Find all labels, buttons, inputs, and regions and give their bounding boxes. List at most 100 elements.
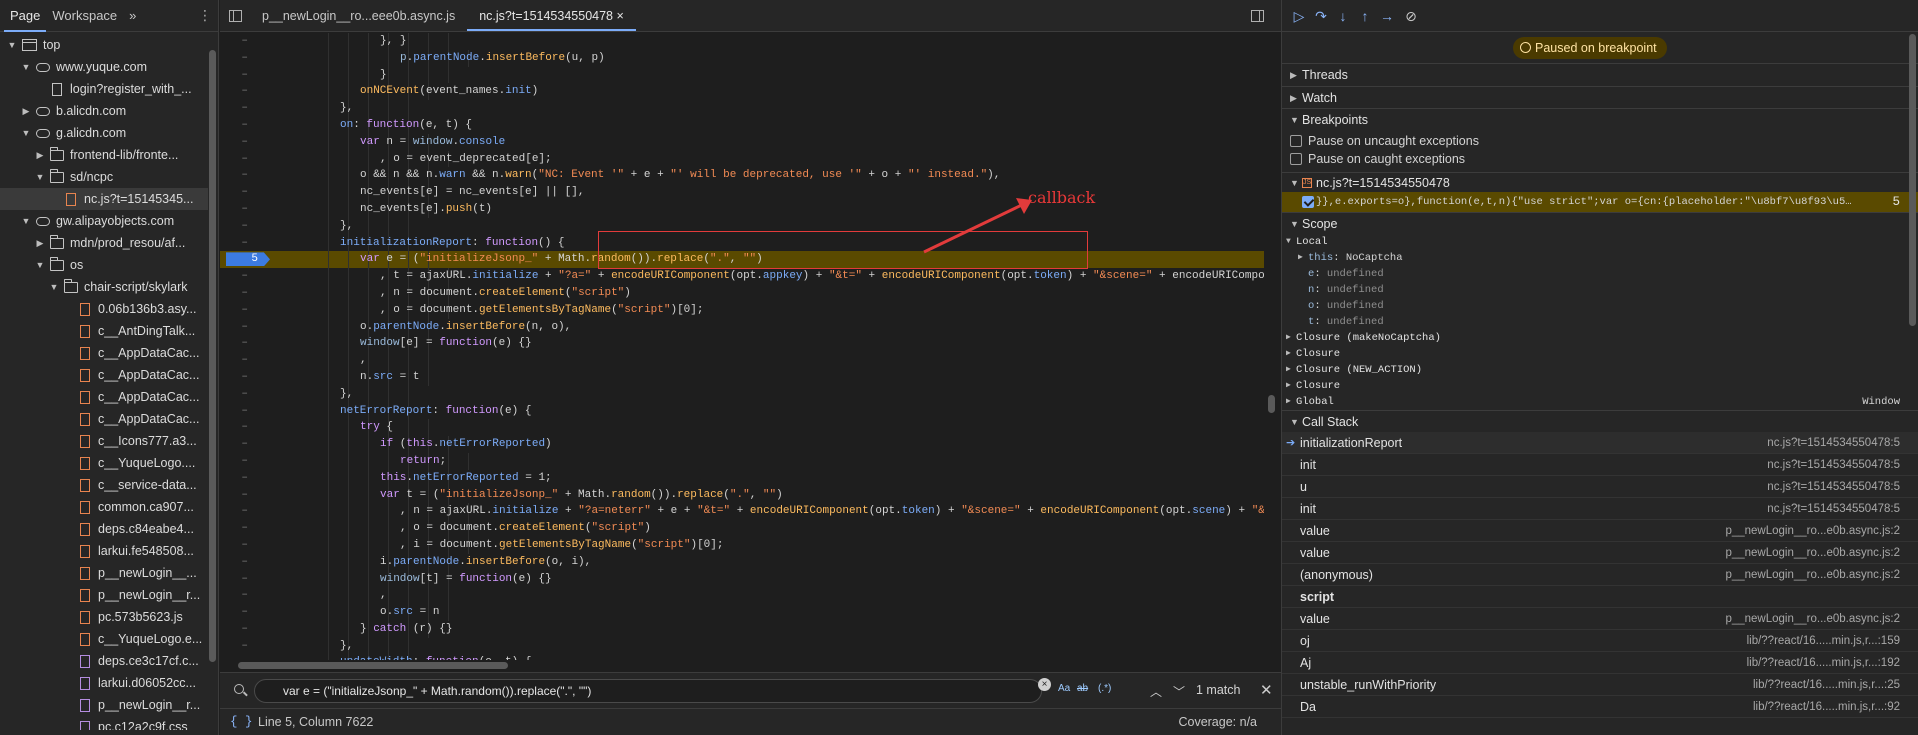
whole-word-button[interactable]: ab [1077, 683, 1088, 694]
scope-var[interactable]: n: undefined [1282, 282, 1918, 298]
code-line[interactable]: –}, [220, 385, 1264, 403]
tree-item[interactable]: deps.ce3c17cf.c... [0, 650, 208, 672]
call-frame[interactable]: Aj lib/??react/16.....min.js,r...:192 [1282, 652, 1918, 674]
code-line[interactable]: – , o = event_deprecated[e]; [220, 150, 1264, 168]
tree-item[interactable]: ▼ os [0, 254, 208, 276]
section-breakpoints[interactable]: ▼ Breakpoints [1282, 108, 1918, 130]
code-line[interactable]: – nc_events[e].push(t) [220, 200, 1264, 218]
section-scope[interactable]: ▼ Scope [1282, 212, 1918, 234]
call-frame-location[interactable]: nc.js?t=1514534550478:5 [1767, 498, 1900, 520]
tree-item[interactable]: p__newLogin__r... [0, 694, 208, 716]
expand-arrow-icon[interactable]: ▼ [20, 210, 32, 232]
line-gutter[interactable]: – [220, 587, 270, 604]
tree-item[interactable]: c__YuqueLogo.... [0, 452, 208, 474]
code-line[interactable]: –, [220, 352, 1264, 369]
line-gutter[interactable]: – [220, 117, 270, 134]
code-line[interactable]: – i.parentNode.insertBefore(o, i), [220, 553, 1264, 571]
code-line[interactable]: – nc_events[e] = nc_events[e] || [], [220, 184, 1264, 201]
call-frame[interactable]: Da lib/??react/16.....min.js,r...:92 [1282, 696, 1918, 718]
call-frame-location[interactable]: p__newLogin__ro...e0b.async.js:2 [1725, 608, 1900, 630]
code-line[interactable]: – try { [220, 419, 1264, 437]
call-frame[interactable]: value p__newLogin__ro...e0b.async.js:2 [1282, 520, 1918, 542]
breakpoint-checkbox[interactable] [1302, 196, 1314, 208]
step-out-icon[interactable]: ↑ [1356, 7, 1374, 25]
tree-item[interactable]: ▶ mdn/prod_resou/af... [0, 232, 208, 254]
line-gutter[interactable]: – [220, 83, 270, 100]
tree-item[interactable]: ▶ b.alicdn.com [0, 100, 208, 122]
horizontal-scrollbar[interactable] [220, 660, 1264, 670]
previous-match-icon[interactable]: ︿ [1150, 683, 1162, 700]
line-gutter[interactable]: – [220, 386, 270, 403]
tree-item[interactable]: common.ca907... [0, 496, 208, 518]
tree-item[interactable]: c__AppDataCac... [0, 342, 208, 364]
scope-local[interactable]: ▼ Local [1282, 234, 1918, 250]
code-line[interactable]: – if (this.netErrorReported) [220, 436, 1264, 453]
call-frame-location[interactable]: p__newLogin__ro...e0b.async.js:2 [1725, 542, 1900, 564]
editor-tab-active[interactable]: nc.js?t=1514534550478 × [467, 0, 636, 31]
code-line[interactable]: –}, [220, 100, 1264, 117]
call-frame-location[interactable]: nc.js?t=1514534550478:5 [1767, 432, 1900, 454]
pretty-print-icon[interactable]: { } [230, 709, 253, 735]
code-line[interactable]: – , o = document.createElement("script") [220, 520, 1264, 537]
line-gutter[interactable]: – [220, 487, 270, 504]
code-line[interactable]: – , i = document.getElementsByTagName("sc… [220, 536, 1264, 554]
tree-item[interactable]: deps.c84eabe4... [0, 518, 208, 540]
code-line[interactable]: – initializationReport: function() { [220, 234, 1264, 252]
line-gutter[interactable]: – [220, 638, 270, 655]
code-line[interactable]: – , t = ajaxURL.initialize + "?a=" + enco… [220, 268, 1264, 285]
tree-item[interactable]: c__AppDataCac... [0, 386, 208, 408]
line-gutter[interactable]: – [220, 151, 270, 168]
expand-arrow-icon[interactable]: ▼ [6, 34, 18, 56]
tree-item[interactable]: c__YuqueLogo.e... [0, 628, 208, 650]
breakpoint-entry[interactable]: }},e.exports=o},function(e,t,n){"use str… [1282, 192, 1918, 212]
debugger-scrollbar[interactable] [1909, 34, 1916, 326]
expand-arrow-icon[interactable]: ▶ [34, 232, 46, 254]
tree-item[interactable]: c__service-data... [0, 474, 208, 496]
step-icon[interactable]: → [1378, 7, 1396, 25]
code-line[interactable]: – netErrorReport: function(e) { [220, 402, 1264, 420]
line-gutter[interactable]: – [220, 319, 270, 336]
tree-item[interactable]: c__AntDingTalk... [0, 320, 208, 342]
line-gutter[interactable]: – [220, 470, 270, 487]
line-gutter[interactable]: – [220, 235, 270, 252]
scope-closure[interactable]: ▶ Closure [1282, 378, 1918, 394]
tree-item[interactable]: ▼ sd/ncpc [0, 166, 208, 188]
code-line[interactable]: – , o = document.getElementsByTagName("sc… [220, 301, 1264, 319]
line-gutter[interactable]: – [220, 436, 270, 453]
code-line[interactable]: – p.parentNode.insertBefore(u, p) [220, 49, 1264, 67]
line-gutter[interactable]: – [220, 571, 270, 588]
tree-item[interactable]: ▼ chair-script/skylark [0, 276, 208, 298]
code-line[interactable]: – window[t] = function(e) {} [220, 570, 1264, 588]
call-frame[interactable]: ➔ initializationReport nc.js?t=15145345504… [1282, 432, 1918, 454]
tab-workspace[interactable]: Workspace [46, 0, 123, 32]
line-gutter[interactable]: – [220, 554, 270, 571]
call-frame[interactable]: unstable_runWithPriority lib/??react/16..… [1282, 674, 1918, 696]
more-options-icon[interactable]: ⋮ [198, 7, 212, 24]
line-gutter[interactable]: – [220, 167, 270, 184]
tree-item[interactable]: ▼ www.yuque.com [0, 56, 208, 78]
code-line[interactable]: – , n = document.createElement("script") [220, 284, 1264, 302]
regex-button[interactable]: (.*) [1098, 683, 1111, 694]
line-gutter[interactable]: – [220, 503, 270, 520]
line-gutter[interactable]: – [220, 352, 270, 369]
line-gutter[interactable]: – [220, 604, 270, 621]
code-line[interactable]: – this.netErrorReported = 1; [220, 469, 1264, 487]
tree-item[interactable]: 0.06b136b3.asy... [0, 298, 208, 320]
line-gutter[interactable]: – [220, 201, 270, 218]
line-gutter[interactable]: – [220, 50, 270, 67]
section-watch[interactable]: ▶ Watch [1282, 86, 1918, 108]
tree-item[interactable]: pc.c12a2c9f.css [0, 716, 208, 730]
tree-item[interactable]: ▼ gw.alipayobjects.com [0, 210, 208, 232]
scope-closure[interactable]: ▶ Closure (makeNoCaptcha) [1282, 330, 1918, 346]
tree-item[interactable]: nc.js?t=15145345... [0, 188, 208, 210]
pause-caught-checkbox[interactable]: Pause on caught exceptions [1282, 150, 1918, 168]
line-gutter[interactable]: – [220, 453, 270, 470]
code-line[interactable]: – return; [220, 452, 1264, 470]
line-gutter[interactable]: – [220, 419, 270, 436]
clear-search-icon[interactable]: × [1038, 678, 1051, 691]
step-into-icon[interactable]: ↓ [1334, 7, 1352, 25]
scope-var[interactable]: t: undefined [1282, 314, 1918, 330]
scope-closure[interactable]: ▶ Closure [1282, 346, 1918, 362]
line-gutter[interactable]: – [220, 537, 270, 554]
tree-item[interactable]: larkui.fe548508... [0, 540, 208, 562]
